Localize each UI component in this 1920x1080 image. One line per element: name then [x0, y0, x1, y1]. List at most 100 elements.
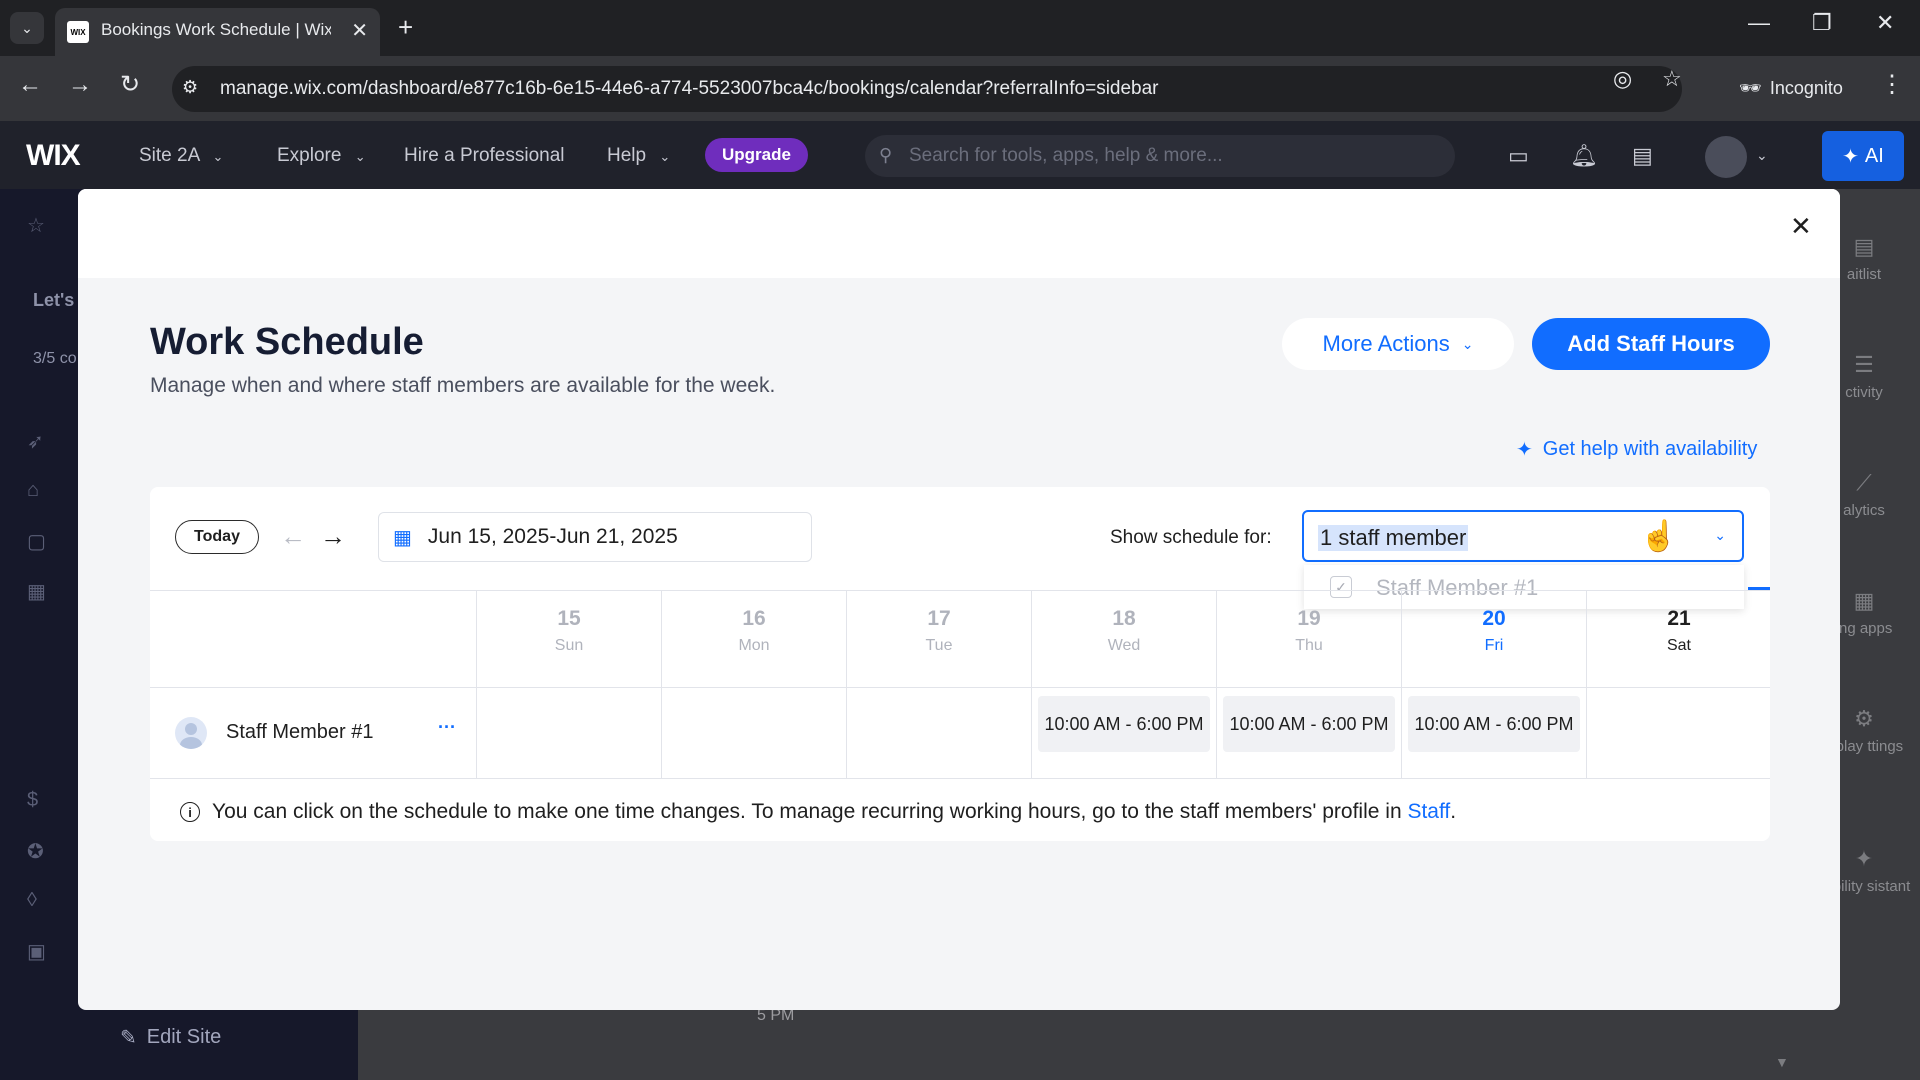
bell-icon[interactable]: 🔔︎	[1570, 143, 1598, 169]
new-tab-icon[interactable]: +	[398, 12, 413, 42]
chat-icon[interactable]: ▭	[1508, 143, 1529, 169]
checkbox-checked[interactable]: ✓	[1330, 576, 1352, 598]
staff-more-options-icon[interactable]: ···	[438, 717, 456, 738]
previous-week-arrow-icon[interactable]: ←	[280, 521, 306, 551]
wix-search-input[interactable]	[909, 135, 1429, 177]
left-icon-rail: ☆ ➶ ⌂ ▢ ▦ $ ✪ ◊ ▣	[0, 189, 80, 1080]
briefcase-icon[interactable]: ▣	[27, 939, 46, 964]
document-icon[interactable]: ▢	[27, 529, 46, 554]
chevron-down-icon: ⌄	[659, 149, 671, 164]
ai-assistant-button[interactable]: ✦ AI	[1822, 131, 1904, 181]
wix-logo[interactable]: WIX	[26, 139, 81, 173]
info-notice: i You can click on the schedule to make …	[180, 800, 1456, 824]
reload-icon[interactable]: ↻	[120, 70, 140, 100]
close-icon[interactable]: ✕	[1790, 211, 1812, 242]
day-header-thu: 19 Thu	[1217, 607, 1401, 655]
more-actions-label: More Actions	[1322, 331, 1450, 356]
more-actions-button[interactable]: More Actions ⌄	[1282, 318, 1514, 370]
browser-tab-active[interactable]: WIX Bookings Work Schedule | Wix ✕	[55, 8, 380, 56]
grid-border	[150, 687, 1770, 688]
staff-link[interactable]: Staff	[1407, 800, 1450, 823]
modal-header-bar	[78, 189, 1840, 278]
browser-menu-icon[interactable]: ⋮	[1880, 70, 1904, 99]
tab-title: Bookings Work Schedule | Wix	[101, 20, 331, 39]
staff-filter-value: 1 staff member	[1318, 525, 1469, 551]
schedule-slot-fri[interactable]: 10:00 AM - 6:00 PM	[1408, 696, 1580, 752]
info-icon: i	[180, 802, 200, 822]
star-icon[interactable]: ☆	[27, 213, 45, 238]
award-icon[interactable]: ✪	[27, 839, 44, 864]
day-name: Mon	[738, 637, 770, 654]
incognito-badge[interactable]: 🕶 Incognito	[1725, 68, 1857, 108]
staff-member-name: Staff Member #1	[226, 721, 374, 743]
tab-close-icon[interactable]: ✕	[351, 18, 368, 43]
today-button[interactable]: Today	[175, 520, 259, 554]
day-name: Fri	[1484, 637, 1504, 654]
wix-favicon-icon: WIX	[67, 21, 89, 43]
day-name: Sun	[554, 637, 584, 654]
show-schedule-label: Show schedule for:	[1110, 527, 1272, 548]
account-avatar[interactable]	[1705, 136, 1747, 178]
day-name: Sat	[1666, 637, 1691, 654]
day-header-wed: 18 Wed	[1032, 607, 1216, 655]
day-name: Wed	[1107, 637, 1141, 654]
add-staff-hours-button[interactable]: Add Staff Hours	[1532, 318, 1770, 370]
hire-professional-link[interactable]: Hire a Professional	[404, 145, 565, 167]
home-icon[interactable]: ⌂	[27, 479, 39, 502]
edit-site-button[interactable]: ✎ Edit Site	[120, 1025, 221, 1050]
schedule-slot-wed[interactable]: 10:00 AM - 6:00 PM	[1038, 696, 1210, 752]
wix-search-bar[interactable]: ⚲	[865, 135, 1455, 177]
day-number: 19	[1297, 607, 1321, 630]
close-window-icon[interactable]: ✕	[1876, 10, 1894, 36]
drop-icon[interactable]: ◊	[27, 889, 37, 912]
grid-border	[150, 590, 1770, 591]
day-header-fri-today: 20 Fri	[1402, 607, 1586, 655]
staff-filter-select[interactable]: 1 staff member ⌄	[1302, 510, 1744, 562]
next-week-arrow-icon[interactable]: →	[320, 521, 346, 551]
info-message: You can click on the schedule to make on…	[212, 800, 1408, 823]
news-icon[interactable]: ▤	[1632, 143, 1653, 169]
schedule-card: Today ← → ▦ Jun 15, 2025-Jun 21, 2025 Sh…	[150, 487, 1770, 841]
date-range-picker[interactable]: ▦ Jun 15, 2025-Jun 21, 2025	[378, 512, 812, 562]
grid-border	[150, 778, 1770, 779]
scroll-down-icon[interactable]: ▼	[1775, 1054, 1789, 1070]
bookmark-star-icon[interactable]: ☆	[1662, 66, 1682, 92]
schedule-slot-thu[interactable]: 10:00 AM - 6:00 PM	[1223, 696, 1395, 752]
eye-off-icon[interactable]: ◎	[1613, 66, 1632, 92]
day-number: 20	[1482, 607, 1506, 630]
site-menu-label: Site 2A	[139, 145, 200, 166]
help-link-label: Get help with availability	[1542, 438, 1758, 460]
day-number: 16	[742, 607, 766, 630]
staff-avatar	[175, 717, 207, 749]
dollar-icon[interactable]: $	[27, 789, 38, 812]
day-header-mon: 16 Mon	[662, 607, 846, 655]
chevron-down-icon: ⌄	[1714, 527, 1726, 543]
browser-toolbar: ← → ↻ ⚙ manage.wix.com/dashboard/e877c16…	[0, 56, 1920, 121]
edit-site-label: Edit Site	[146, 1026, 222, 1048]
day-header-sat: 21 Sat	[1587, 607, 1771, 655]
upgrade-button[interactable]: Upgrade	[705, 138, 808, 172]
explore-menu[interactable]: Explore ⌄	[277, 145, 366, 167]
get-help-availability-link[interactable]: ✦ Get help with availability	[1516, 437, 1757, 462]
address-bar[interactable]: ⚙ manage.wix.com/dashboard/e877c16b-6e15…	[172, 66, 1682, 112]
back-arrow-icon[interactable]: ←	[18, 70, 42, 100]
pencil-icon: ✎	[120, 1027, 137, 1049]
rail-label: ctivity	[1845, 384, 1883, 401]
minimize-window-icon[interactable]: —	[1748, 10, 1770, 36]
forward-arrow-icon[interactable]: →	[68, 70, 92, 100]
calendar-icon: ▦	[393, 526, 412, 549]
chevron-down-icon[interactable]: ⌄	[1756, 147, 1768, 164]
site-info-icon[interactable]: ⚙	[182, 77, 198, 98]
help-label: Help	[607, 145, 647, 166]
restore-window-icon[interactable]: ❐	[1812, 10, 1832, 36]
day-number: 18	[1112, 607, 1136, 630]
sparkle-icon: ✦	[1516, 439, 1533, 461]
site-menu[interactable]: Site 2A ⌄	[139, 145, 223, 167]
rocket-icon[interactable]: ➶	[27, 429, 44, 454]
help-menu[interactable]: Help ⌄	[607, 145, 670, 167]
info-end: .	[1450, 800, 1457, 823]
wix-top-bar: WIX Site 2A ⌄ Explore ⌄ Hire a Professio…	[0, 121, 1920, 189]
tab-search-chevron-icon[interactable]: ⌄	[10, 12, 44, 44]
calendar-icon[interactable]: ▦	[27, 579, 46, 604]
day-name: Tue	[925, 637, 953, 654]
